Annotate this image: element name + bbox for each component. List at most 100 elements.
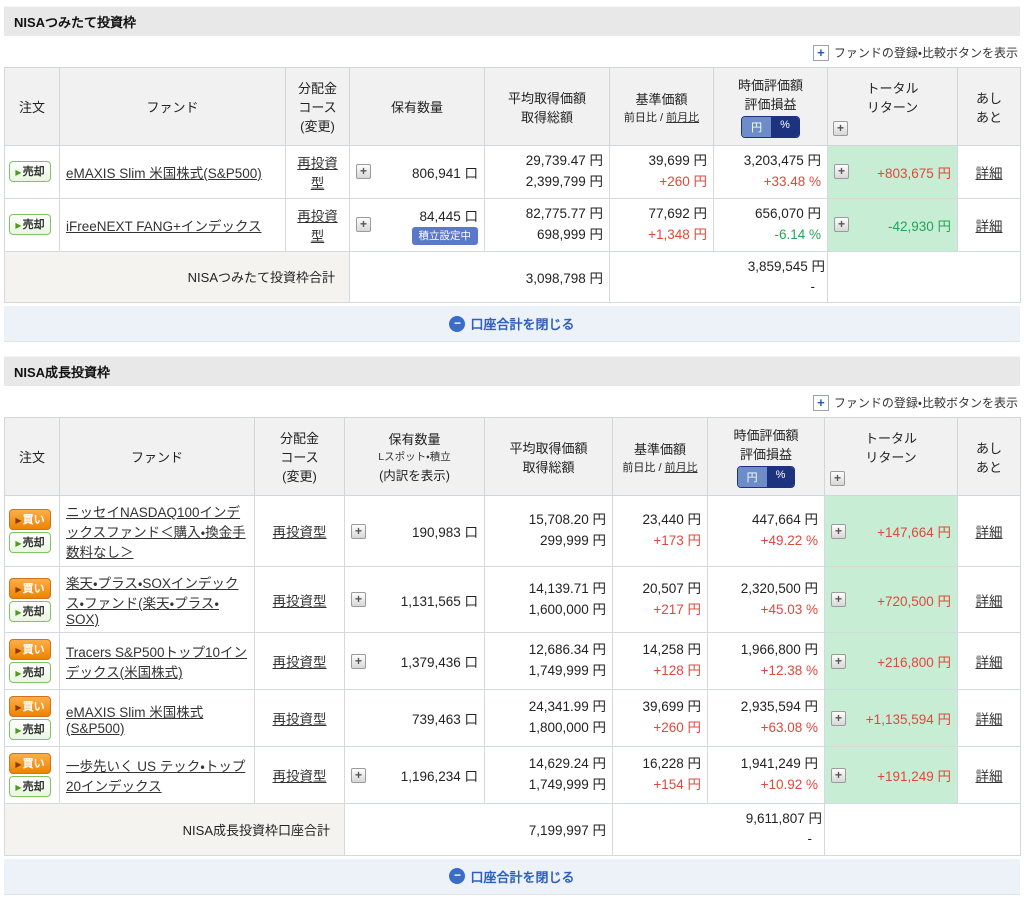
holdings-cell: + 739,463 口 (344, 689, 485, 748)
buy-button[interactable]: ▶買い (9, 509, 51, 531)
total-return-row-expand-icon[interactable]: + (831, 653, 846, 669)
fund-link[interactable]: Tracers S&P500トップ10インデックス(米国株式) (66, 645, 247, 680)
register-compare-link[interactable]: ファンドの登録・比較ボタンを表示 (834, 394, 1018, 411)
fund-link[interactable]: ニッセイNASDAQ100インデックスファンド＜購入・換金手数料なし＞ (66, 505, 246, 560)
prev-month-link[interactable]: 前月比 (665, 462, 698, 474)
nisa-holdings-page: NISAつみたて投資枠 + ファンドの登録・比較ボタンを表示 注文 ファンド 分… (0, 0, 1024, 917)
holdings-table: 注文 ファンド 分配金 コース (変更) 保有数量 Lスポット・積立 (内訳を表… (4, 417, 1021, 856)
pl-percent: +10.92 % (760, 777, 818, 793)
nav-value: 77,692 円 (648, 205, 707, 221)
total-return-row-expand-icon[interactable]: + (834, 164, 849, 180)
acquisition-total: 1,600,000 円 (528, 601, 606, 617)
plus-box-icon[interactable]: + (812, 394, 829, 411)
holdings-expand-icon[interactable]: + (351, 592, 366, 608)
sell-button[interactable]: ▶売却 (9, 161, 51, 183)
order-cell: ▶買い ▶売却 (4, 145, 60, 199)
market-value-cell: 656,070 円 -6.14 % (713, 197, 828, 252)
distribution-course-link[interactable]: 再投資型 (297, 209, 338, 244)
footprint-cell: 詳細 (957, 145, 1021, 199)
holdings-breakdown-link[interactable]: (内訳を表示) (348, 465, 481, 484)
holdings-expand-icon[interactable]: + (351, 767, 366, 783)
buy-button[interactable]: ▶買い (9, 639, 51, 661)
fund-row: ▶買い ▶売却 楽天・プラス・SOXインデックス・ファンド(楽天・プラス・SOX… (4, 566, 1021, 634)
total-return-row-expand-icon[interactable]: + (831, 710, 846, 726)
detail-link[interactable]: 詳細 (976, 594, 1003, 609)
total-return-row-expand-icon[interactable]: + (831, 523, 846, 539)
fund-row: ▶買い ▶売却 eMAXIS Slim 米国株式(S&P500) 再投資型 + … (4, 145, 1021, 199)
buy-arrow-icon: ▶ (15, 703, 22, 713)
total-return-expand-icon[interactable]: + (833, 120, 848, 136)
close-account-total-link[interactable]: − 口座合計を閉じる (449, 867, 575, 886)
detail-link[interactable]: 詳細 (976, 712, 1003, 727)
holdings-value: 1,379,436 口 (400, 655, 478, 671)
sell-button[interactable]: ▶売却 (9, 662, 51, 684)
col-header-market-value: 時価評価額 評価損益 円 % (707, 417, 825, 497)
sell-button[interactable]: ▶売却 (9, 719, 51, 741)
holdings-expand-icon[interactable]: + (351, 653, 366, 669)
detail-link[interactable]: 詳細 (976, 655, 1003, 670)
fund-link[interactable]: eMAXIS Slim 米国株式(S&P500) (66, 705, 203, 736)
distribution-course-link[interactable]: 再投資型 (273, 769, 327, 784)
fund-cell: ニッセイNASDAQ100インデックスファンド＜購入・換金手数料なし＞ (59, 495, 255, 568)
holdings-expand-icon[interactable]: + (356, 217, 371, 233)
nav-cell: 23,440 円 +173 円 (612, 495, 708, 568)
buy-button[interactable]: ▶買い (9, 577, 51, 599)
sell-button[interactable]: ▶売却 (9, 600, 51, 622)
holdings-cell: + 806,941 口 (349, 145, 485, 199)
fund-cell: Tracers S&P500トップ10インデックス(米国株式) (59, 632, 255, 691)
nav-change: +217 円 (653, 601, 701, 617)
sell-button[interactable]: ▶売却 (9, 214, 51, 236)
order-cell: ▶買い ▶売却 (4, 689, 60, 748)
buy-button[interactable]: ▶買い (9, 696, 51, 718)
total-return-cell: + +147,664 円 (824, 495, 958, 568)
minus-circle-icon: − (449, 868, 466, 885)
holdings-expand-icon[interactable]: + (351, 523, 366, 539)
avg-price-cell: 12,686.34 円 1,749,999 円 (484, 632, 613, 691)
sell-arrow-icon: ▶ (15, 607, 22, 617)
distribution-course-link[interactable]: 再投資型 (273, 594, 327, 609)
fund-link[interactable]: iFreeNEXT FANG+インデックス (66, 219, 262, 234)
total-return-row-expand-icon[interactable]: + (834, 217, 849, 233)
prev-month-link[interactable]: 前月比 (666, 112, 699, 124)
nav-value: 14,258 円 (642, 642, 701, 658)
fund-link[interactable]: 一歩先いく US テック・トップ20インデックス (66, 759, 245, 794)
holdings-value: 806,941 口 (411, 165, 478, 181)
detail-link[interactable]: 詳細 (976, 769, 1003, 784)
total-return-row-expand-icon[interactable]: + (831, 592, 846, 608)
total-return-cell: + -42,930 円 (827, 197, 958, 252)
section-title: NISAつみたて投資枠 (4, 6, 1020, 36)
holdings-value: 84,445 口 (419, 208, 478, 224)
sell-button[interactable]: ▶売却 (9, 776, 51, 798)
distribution-course-link[interactable]: 再投資型 (297, 156, 338, 191)
fund-link[interactable]: eMAXIS Slim 米国株式(S&P500) (66, 166, 262, 181)
detail-link[interactable]: 詳細 (976, 525, 1003, 540)
toggle-percent-button[interactable]: % (771, 117, 799, 137)
distribution-cell: 再投資型 (254, 746, 345, 805)
toggle-yen-button[interactable]: 円 (737, 467, 767, 488)
distribution-course-link[interactable]: 再投資型 (273, 655, 327, 670)
total-return-expand-icon[interactable]: + (830, 470, 845, 486)
distribution-course-link[interactable]: 再投資型 (273, 525, 327, 540)
distribution-course-link[interactable]: 再投資型 (273, 712, 327, 727)
market-value-cell: 2,935,594 円 +63.08 % (707, 689, 825, 748)
nisa-section: NISAつみたて投資枠 + ファンドの登録・比較ボタンを表示 注文 ファンド 分… (4, 6, 1021, 343)
avg-acquisition-price: 14,629.24 円 (528, 756, 606, 772)
plus-box-icon[interactable]: + (812, 44, 829, 61)
buy-button[interactable]: ▶買い (9, 753, 51, 775)
detail-link[interactable]: 詳細 (976, 219, 1003, 234)
nisa-section: NISA成長投資枠 + ファンドの登録・比較ボタンを表示 注文 ファンド 分配金… (4, 356, 1021, 895)
total-return-cell: + +191,249 円 (824, 746, 958, 805)
fund-link[interactable]: 楽天・プラス・SOXインデックス・ファンド(楽天・プラス・SOX) (66, 576, 238, 627)
register-compare-link[interactable]: ファンドの登録・比較ボタンを表示 (834, 44, 1018, 61)
sell-button[interactable]: ▶売却 (9, 532, 51, 554)
total-return-value: +1,135,594 円 (865, 712, 951, 728)
col-header-holdings: 保有数量 Lスポット・積立 (内訳を表示) (344, 417, 485, 497)
total-return-row-expand-icon[interactable]: + (831, 767, 846, 783)
toggle-percent-button[interactable]: % (766, 467, 795, 488)
total-return-value: +803,675 円 (877, 165, 951, 181)
detail-link[interactable]: 詳細 (976, 166, 1003, 181)
toggle-yen-button[interactable]: 円 (742, 117, 772, 137)
sell-arrow-icon: ▶ (15, 539, 22, 549)
holdings-expand-icon[interactable]: + (356, 164, 371, 180)
close-account-total-link[interactable]: − 口座合計を閉じる (449, 314, 575, 333)
